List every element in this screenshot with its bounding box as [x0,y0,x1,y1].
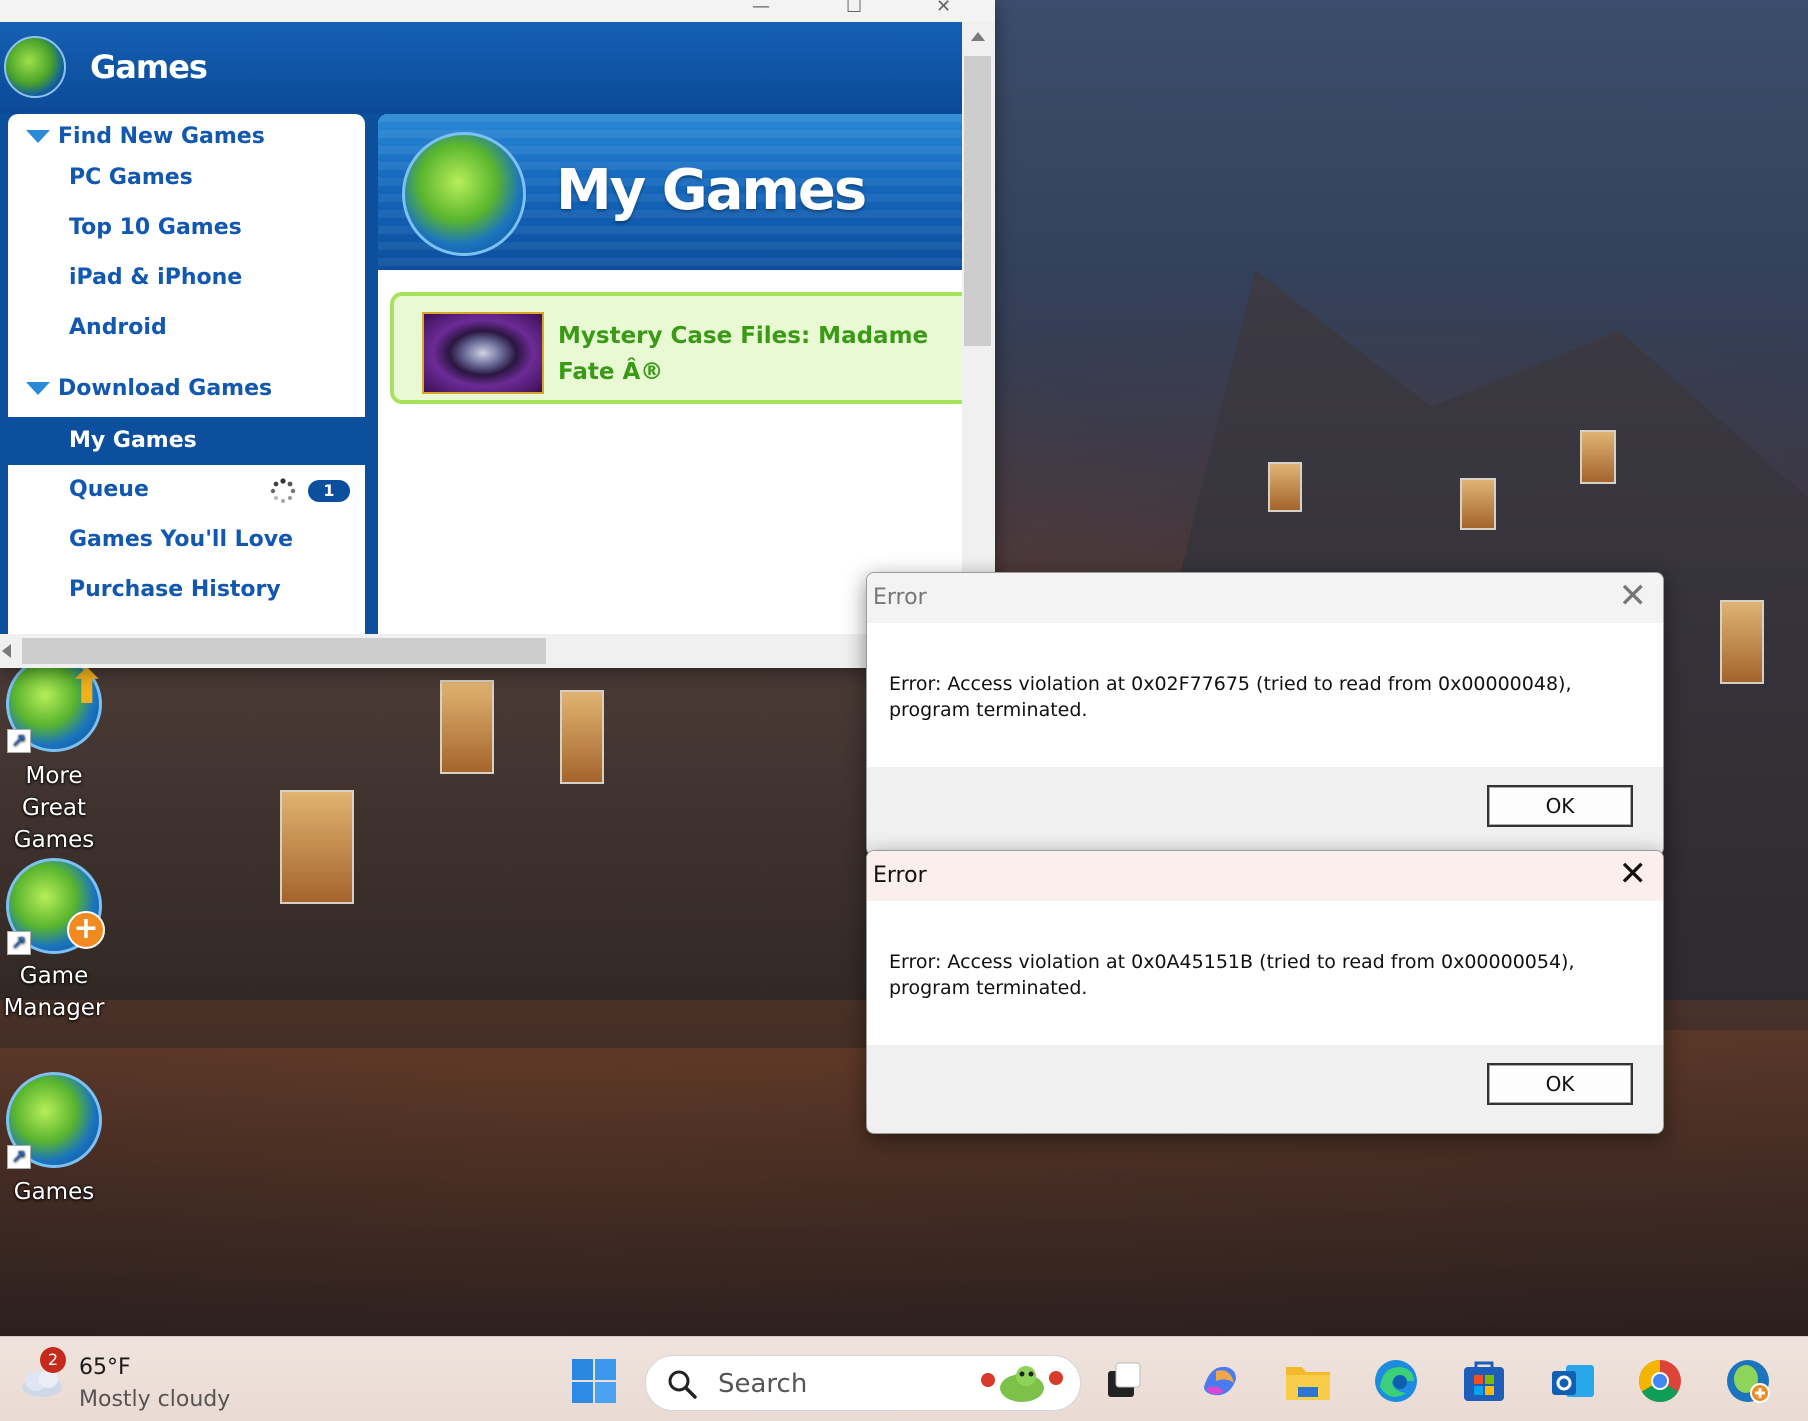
wallpaper-building [0,668,870,1048]
game-manager-icon: + ↗ [6,858,105,955]
triangle-down-icon [26,382,50,395]
my-games-banner: My Games [378,114,962,270]
sidebar-item-android[interactable]: Android [8,304,365,352]
app-logo-icon [4,36,66,98]
weather-temperature: 65°F [79,1355,131,1380]
close-icon[interactable]: ✕ [936,0,951,16]
close-icon[interactable]: ✕ [1619,579,1648,613]
error-dialog-1: Error ✕ Error: Access violation at 0x02F… [866,572,1664,856]
wallpaper-window [1460,478,1496,530]
dialog-message: Error: Access violation at 0x02F77675 (t… [889,673,1572,721]
horizontal-scrollbar[interactable] [0,634,962,668]
game-title[interactable]: Mystery Case Files: Madame Fate Â® [558,318,938,390]
file-explorer-icon[interactable] [1284,1357,1332,1405]
weather-notification-badge: 2 [40,1347,66,1373]
app-title: Games [90,48,208,86]
wallpaper-window [560,690,604,784]
wallpaper-window [280,790,354,904]
error-dialog-2: Error ✕ Error: Access violation at 0x0A4… [866,850,1664,1134]
game-manager-window: — ☐ ✕ Games Find New Games PC Games Top … [0,0,995,668]
desktop-icon-label: Games [13,1179,95,1205]
window-titlebar[interactable]: — ☐ ✕ [0,0,995,22]
wallpaper-window [1720,600,1764,684]
search-highlight-snake-icon [981,1366,1063,1402]
dialog-message-area: Error: Access violation at 0x02F77675 (t… [867,623,1663,767]
app-body: Find New Games PC Games Top 10 Games iPa… [0,114,962,634]
wallpaper-window [440,680,494,774]
sidebar-item-ipad-iphone[interactable]: iPad & iPhone [8,254,365,302]
minimize-icon[interactable]: — [752,0,770,16]
ok-button[interactable]: OK [1487,785,1633,827]
scroll-up-icon[interactable] [971,32,985,41]
queue-count-badge: 1 [308,480,350,502]
plus-icon: + [67,911,105,949]
app-header: Games [0,22,962,114]
banner-title: My Games [556,158,867,223]
microsoft-store-icon[interactable] [1460,1357,1508,1405]
desktop-icon-more-great-games[interactable]: ⬆ ↗ More Great Games [0,656,108,856]
shortcut-arrow-icon: ↗ [7,729,31,753]
loading-spinner-icon [270,478,296,503]
scrollbar-thumb[interactable] [22,638,546,664]
search-placeholder: Search [718,1369,808,1399]
wallpaper-window [1268,462,1302,512]
games-icon: ↗ [6,1072,102,1169]
scroll-left-icon[interactable] [2,644,11,658]
desktop-icon-game-manager[interactable]: + ↗ Game Manager [0,858,108,1024]
sidebar-item-label: Queue [69,477,149,502]
sidebar-item-my-games[interactable]: My Games [8,417,365,465]
chrome-browser-icon[interactable] [1636,1357,1684,1405]
weather-condition: Mostly cloudy [79,1387,231,1412]
taskbar: 2 65°F Mostly cloudy Search [0,1336,1808,1421]
triangle-down-icon [26,130,50,143]
dialog-titlebar[interactable]: Error ✕ [867,573,1663,623]
dialog-message-area: Error: Access violation at 0x0A45151B (t… [867,901,1663,1045]
wallpaper-window [1580,430,1616,484]
taskbar-search-box[interactable]: Search [645,1355,1081,1411]
sidebar-section-download-games[interactable]: Download Games [26,376,272,401]
sidebar-item-pc-games[interactable]: PC Games [8,154,365,202]
section-label: Download Games [58,376,273,401]
scrollbar-thumb[interactable] [964,56,991,346]
more-great-games-icon: ⬆ ↗ [6,656,107,753]
sidebar-item-purchase-history[interactable]: Purchase History [8,566,365,614]
sidebar-section-find-new-games[interactable]: Find New Games [26,124,265,149]
sidebar-item-games-youll-love[interactable]: Games You'll Love [8,516,365,564]
dialog-title: Error [873,863,927,888]
outlook-icon[interactable] [1548,1357,1596,1405]
shortcut-arrow-icon: ↗ [7,931,31,955]
desktop-icon-games[interactable]: ↗ Games [0,1072,108,1208]
section-label: Find New Games [58,124,265,149]
close-icon[interactable]: ✕ [1619,857,1648,891]
ok-button[interactable]: OK [1487,1063,1633,1105]
game-thumbnail-eye-icon[interactable] [422,312,544,394]
dialog-titlebar[interactable]: Error ✕ [867,851,1663,901]
copilot-icon[interactable] [1196,1357,1244,1405]
task-view-icon[interactable] [1100,1357,1148,1405]
windows-start-icon[interactable] [570,1357,618,1405]
desktop-icon-label: Game Manager [3,963,105,1021]
edge-browser-icon[interactable] [1372,1357,1420,1405]
arrow-up-icon: ⬆ [66,659,107,715]
desktop-icon-label: More Great Games [13,763,95,853]
maximize-icon[interactable]: ☐ [846,0,862,16]
search-icon [668,1370,697,1399]
game-card[interactable]: Mystery Case Files: Madame Fate Â® [390,292,962,404]
main-content: My Games Mystery Case Files: Madame Fate… [378,114,962,634]
shortcut-arrow-icon: ↗ [7,1145,31,1169]
sidebar-item-queue[interactable]: Queue 1 [8,466,365,514]
sidebar: Find New Games PC Games Top 10 Games iPa… [8,114,365,634]
sidebar-item-top-10-games[interactable]: Top 10 Games [8,204,365,252]
fish-logo-icon [402,132,526,256]
dialog-title: Error [873,585,927,610]
dialog-message: Error: Access violation at 0x0A45151B (t… [889,951,1575,999]
game-manager-taskbar-icon[interactable] [1724,1357,1772,1405]
